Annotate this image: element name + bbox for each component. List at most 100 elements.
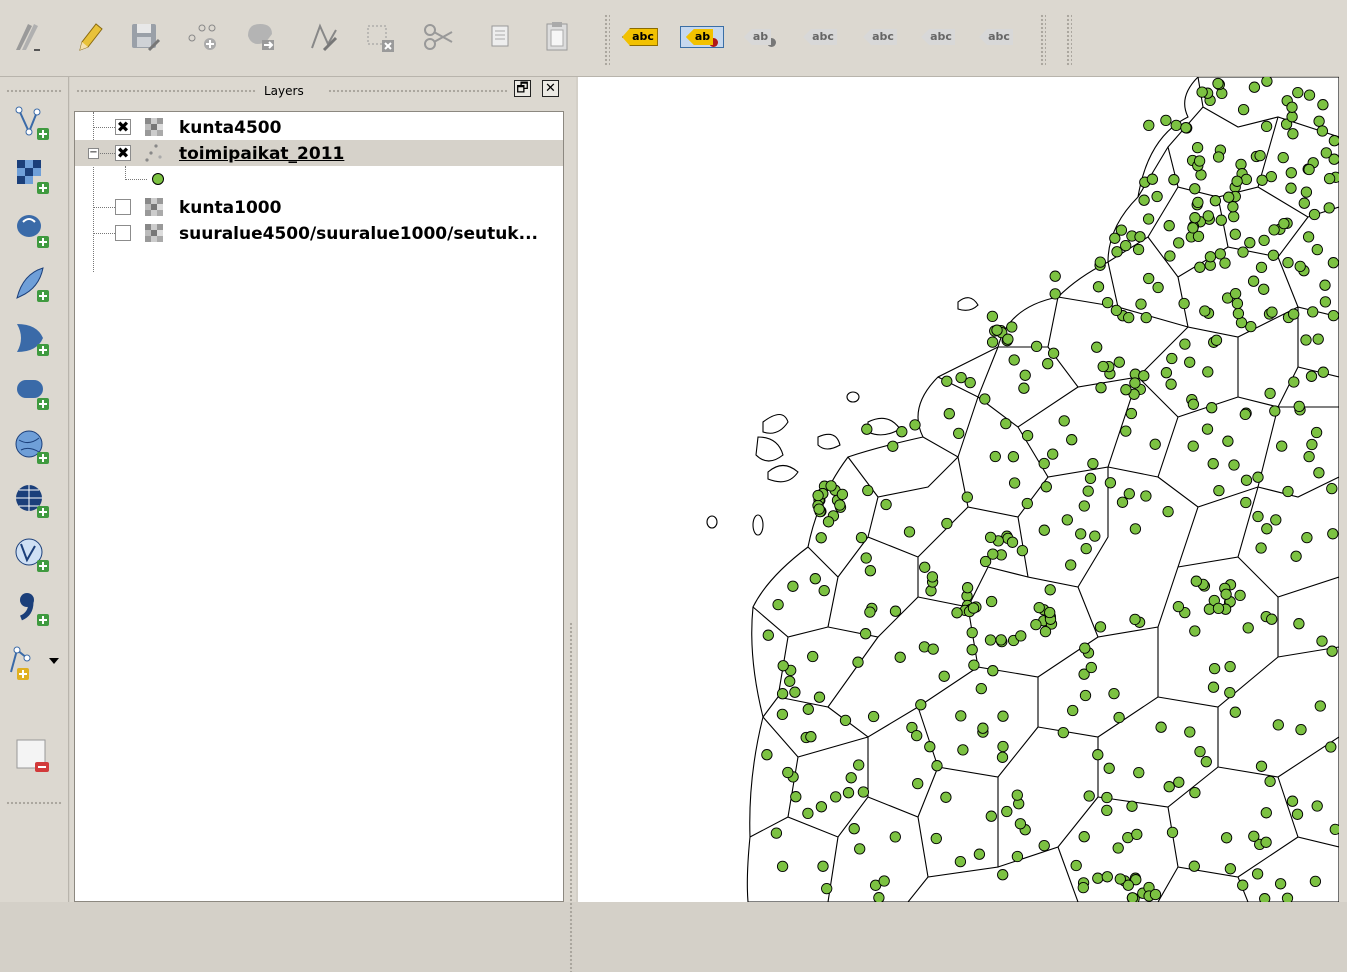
close-panel-button[interactable]: ✕	[542, 80, 559, 97]
point-marker	[961, 582, 974, 594]
layer-row-kunta1000[interactable]: kunta1000	[75, 194, 563, 220]
point-marker	[1255, 542, 1267, 554]
paste-features-icon[interactable]	[540, 18, 574, 56]
highlight-pinned-labels-icon[interactable]: ab	[740, 26, 780, 48]
show-hide-labels-icon[interactable]: abc	[800, 26, 840, 48]
float-panel-button[interactable]: 🗗	[514, 80, 531, 97]
add-spatialite-layer-icon[interactable]	[2, 259, 64, 309]
point-marker	[1089, 530, 1101, 542]
point-marker	[1155, 721, 1167, 733]
point-marker	[1310, 426, 1323, 439]
point-marker	[1282, 256, 1294, 269]
toolbar-grip[interactable]	[6, 801, 62, 806]
rotate-label-icon[interactable]: abc	[918, 26, 958, 48]
point-marker	[1115, 224, 1128, 236]
cut-features-icon[interactable]	[422, 18, 456, 56]
point-marker	[1260, 120, 1273, 133]
point-marker	[1276, 440, 1288, 452]
point-marker	[770, 827, 783, 839]
add-vector-layer-icon[interactable]	[2, 97, 64, 147]
add-mssql-layer-icon[interactable]	[2, 313, 64, 363]
save-edits-icon[interactable]	[128, 18, 162, 56]
point-marker	[1184, 356, 1196, 368]
delete-selected-icon[interactable]	[364, 18, 398, 56]
layer-visibility-checkbox[interactable]: ✖	[115, 119, 131, 135]
point-marker	[894, 651, 906, 663]
add-wcs-layer-icon[interactable]	[2, 475, 64, 525]
collapse-toggle[interactable]: −	[88, 148, 99, 159]
point-marker	[818, 584, 830, 597]
new-shapefile-layer-icon[interactable]	[2, 637, 64, 687]
point-marker	[1319, 296, 1332, 308]
point-marker	[1057, 726, 1069, 739]
point-marker	[968, 659, 980, 671]
point-marker	[1214, 248, 1226, 260]
add-oracle-layer-icon[interactable]	[2, 367, 64, 417]
point-marker	[1138, 370, 1150, 382]
layer-row-toimipaikat-2011[interactable]: − ✖ toimipaikat_2011	[75, 140, 563, 166]
point-layer-icon	[145, 144, 162, 162]
point-marker	[1298, 197, 1310, 209]
point-marker	[825, 480, 837, 492]
layer-tree[interactable]: ✖ kunta4500 − ✖ toimipaikat_2011 kunta10…	[74, 111, 564, 902]
toolbar-grip[interactable]	[604, 14, 610, 66]
point-marker	[1014, 818, 1027, 830]
add-postgis-layer-icon[interactable]	[2, 205, 64, 255]
layer-row-kunta4500[interactable]: ✖ kunta4500	[75, 114, 563, 140]
point-marker	[1326, 645, 1338, 657]
point-marker	[941, 375, 953, 387]
point-marker	[1266, 613, 1278, 625]
change-label-icon[interactable]: abc	[976, 26, 1016, 48]
point-marker	[880, 498, 892, 511]
point-marker	[1011, 789, 1023, 801]
tree-connector	[125, 179, 147, 180]
digitize-icon[interactable]	[8, 18, 42, 56]
toolbar-grip[interactable]	[6, 89, 62, 94]
toolbar-grip[interactable]	[1066, 14, 1072, 66]
point-marker	[997, 740, 1009, 753]
add-wfs-layer-icon[interactable]	[2, 529, 64, 579]
layer-visibility-checkbox[interactable]	[115, 225, 131, 241]
copy-features-icon[interactable]	[484, 18, 518, 56]
point-marker	[1219, 257, 1231, 269]
point-marker	[1294, 260, 1306, 273]
label-tool-icon[interactable]: abc	[618, 26, 662, 48]
move-label-icon[interactable]: abc	[860, 26, 900, 48]
map-canvas[interactable]	[578, 77, 1339, 902]
point-marker	[1285, 182, 1297, 194]
toggle-editing-icon[interactable]	[72, 18, 106, 56]
point-marker	[836, 488, 849, 501]
point-marker	[1282, 485, 1294, 498]
add-wms-layer-icon[interactable]	[2, 421, 64, 471]
point-marker	[1312, 333, 1324, 345]
remove-layer-icon[interactable]	[2, 731, 64, 781]
layer-visibility-checkbox[interactable]	[115, 199, 131, 215]
toolbar-grip[interactable]	[1040, 14, 1046, 66]
point-marker	[864, 565, 877, 577]
point-marker	[1266, 306, 1278, 318]
point-marker	[1094, 621, 1107, 633]
point-marker	[1163, 220, 1175, 232]
add-feature-icon[interactable]	[186, 18, 220, 56]
point-marker	[1143, 119, 1155, 132]
point-marker	[776, 860, 789, 873]
layer-visibility-checkbox[interactable]: ✖	[115, 145, 131, 161]
layer-row-suuralue[interactable]: suuralue4500/suuralue1000/seutuk...	[75, 220, 563, 246]
point-marker	[1293, 400, 1305, 413]
point-marker	[1143, 272, 1155, 285]
point-marker	[1255, 760, 1268, 772]
point-marker	[1038, 524, 1050, 536]
pin-labels-icon[interactable]: ab	[680, 26, 724, 48]
move-feature-icon[interactable]	[244, 18, 278, 56]
point-marker	[1006, 321, 1018, 333]
panel-splitter[interactable]	[568, 77, 576, 972]
legend-row-point-symbol[interactable]	[75, 166, 563, 192]
point-marker	[1082, 485, 1094, 497]
node-tool-icon[interactable]	[306, 18, 340, 56]
point-marker	[1323, 172, 1336, 185]
add-raster-layer-icon[interactable]	[2, 151, 64, 201]
point-marker	[1040, 481, 1052, 493]
add-delimited-text-layer-icon[interactable]	[2, 583, 64, 633]
layers-panel-titlebar[interactable]: Layers 🗗 ✕	[70, 77, 568, 105]
point-marker	[852, 656, 864, 668]
